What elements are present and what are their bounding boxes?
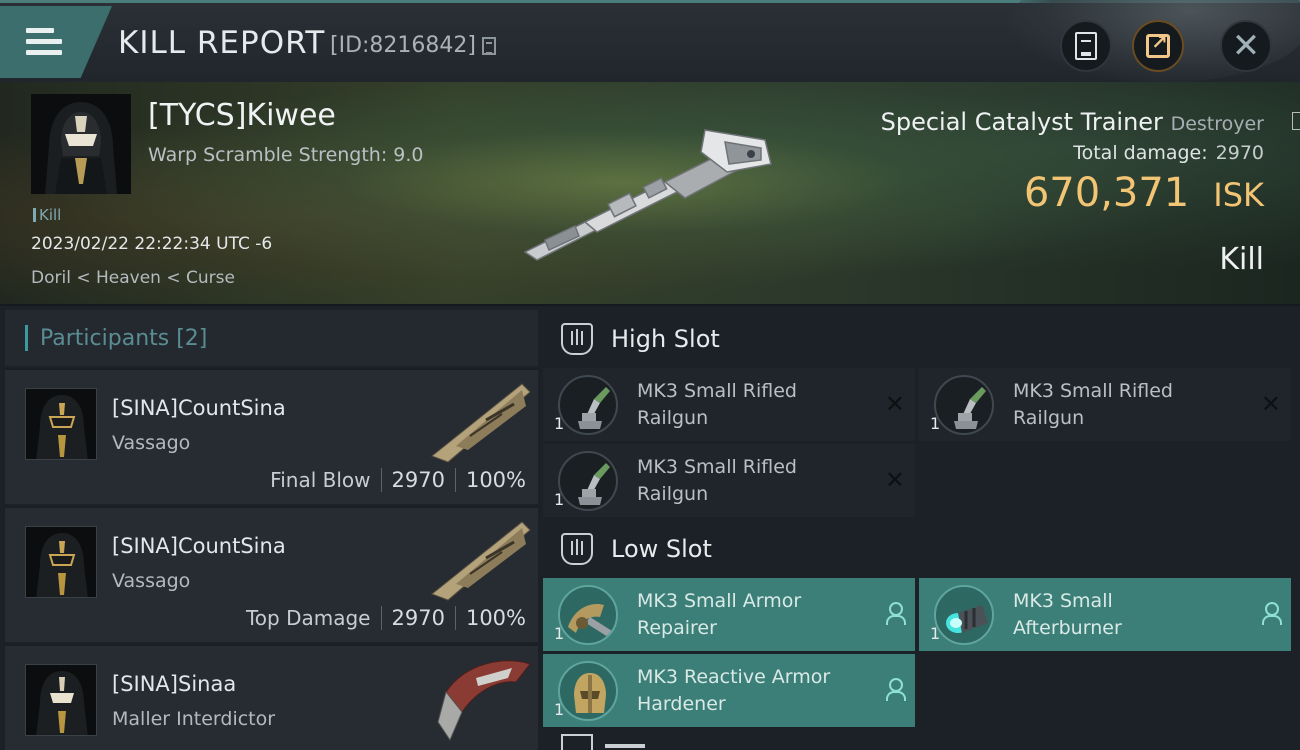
- destroyed-x-icon: ✕: [1260, 390, 1281, 418]
- participant-stat-label: Top Damage: [245, 606, 371, 630]
- isk-amount: 670,371: [1023, 170, 1190, 216]
- destroyed-x-icon: ✕: [884, 466, 905, 494]
- participant-ship-image: [431, 521, 531, 601]
- high-slot-header: High Slot: [543, 310, 1300, 368]
- participant-ship-image: [431, 383, 531, 463]
- participant-row[interactable]: [SINA]Sinaa Maller Interdictor: [5, 644, 538, 750]
- ship-name[interactable]: Special Catalyst Trainer: [881, 108, 1163, 136]
- victim-name[interactable]: [TYCS]Kiwee: [148, 98, 336, 133]
- report-button[interactable]: [1060, 20, 1112, 72]
- pilot-icon: [885, 678, 906, 701]
- participant-stat-label: Final Blow: [270, 468, 371, 492]
- armor-hardener-icon: [558, 661, 618, 721]
- page-title: KILL REPORT: [118, 25, 326, 61]
- module-card[interactable]: 1 MK3 Small Rifled Railgun ✕: [543, 444, 915, 517]
- low-slot-header: Low Slot: [543, 520, 1300, 578]
- participants-panel[interactable]: Participants [2] [SINA]CountSina Vassago…: [5, 310, 538, 750]
- module-quantity: 1: [554, 700, 565, 719]
- module-quantity: 1: [554, 490, 565, 509]
- module-card[interactable]: 1 MK3 Small Armor Repairer: [543, 578, 915, 651]
- pilot-icon: [885, 602, 906, 625]
- module-card[interactable]: 1 MK3 Small Rifled Railgun ✕: [919, 368, 1291, 441]
- participant-stats: Top Damage 2970 100%: [246, 606, 526, 630]
- scroll-edge-indicator: [1292, 112, 1300, 130]
- afterburner-icon: [934, 585, 994, 645]
- module-name: MK3 Small Armor Repairer: [637, 590, 802, 639]
- module-name: MK3 Small Rifled Railgun: [637, 456, 797, 505]
- module-card[interactable]: 1 MK3 Reactive Armor Hardener: [543, 654, 915, 727]
- result-label: Kill: [1219, 242, 1264, 277]
- module-card[interactable]: 1 MK3 Small Afterburner: [919, 578, 1291, 651]
- destroyed-x-icon: ✕: [884, 390, 905, 418]
- slot-shield-icon: [561, 323, 593, 355]
- participant-portrait[interactable]: [25, 388, 97, 460]
- report-id-label: [ID:8216842]: [330, 33, 476, 58]
- hamburger-menu-icon[interactable]: [26, 28, 62, 56]
- victim-ship-image: [523, 129, 772, 261]
- location[interactable]: Doril < Heaven < Curse: [31, 268, 235, 288]
- participant-ship: Vassago: [112, 432, 191, 454]
- share-button[interactable]: [1132, 20, 1184, 72]
- participant-ship: Vassago: [112, 570, 191, 592]
- close-button[interactable]: ✕: [1220, 20, 1272, 72]
- high-slot-title: High Slot: [611, 325, 720, 353]
- kill-tag-label: Kill: [39, 206, 62, 224]
- participant-damage: 2970: [391, 468, 445, 492]
- module-quantity: 1: [930, 624, 941, 643]
- warp-scramble-strength: Warp Scramble Strength: 9.0: [148, 144, 424, 166]
- clipboard-icon: [1075, 32, 1097, 60]
- kill-tag: Kill: [33, 206, 61, 224]
- participant-ship-image: [437, 660, 531, 742]
- pilot-icon: [1261, 602, 1282, 625]
- participant-row[interactable]: [SINA]CountSina Vassago Top Damage 2970 …: [5, 506, 538, 642]
- victim-ship-line: Special Catalyst Trainer Destroyer: [881, 108, 1264, 136]
- timestamp: 2023/02/22 22:22:34 UTC -6: [31, 234, 273, 254]
- menu-button[interactable]: [0, 6, 112, 78]
- participant-ship: Maller Interdictor: [112, 708, 276, 730]
- top-bar: KILL REPORT [ID:8216842] ✕: [0, 0, 1300, 83]
- slot-shield-icon: [561, 533, 593, 565]
- copy-icon[interactable]: [482, 36, 496, 55]
- participant-damage: 2970: [391, 606, 445, 630]
- module-card[interactable]: 1 MK3 Small Rifled Railgun ✕: [543, 368, 915, 441]
- isk-unit: ISK: [1213, 176, 1264, 214]
- victim-portrait[interactable]: [31, 94, 131, 194]
- module-name: MK3 Small Rifled Railgun: [637, 380, 797, 429]
- empty-module-slot: [919, 444, 1291, 517]
- next-slot-header-partial: [561, 734, 661, 750]
- module-name: MK3 Reactive Armor Hardener: [637, 666, 831, 715]
- participant-portrait[interactable]: [25, 664, 97, 736]
- participant-name[interactable]: [SINA]CountSina: [112, 534, 286, 558]
- railgun-icon: [934, 375, 994, 435]
- participant-name[interactable]: [SINA]Sinaa: [112, 672, 236, 696]
- module-quantity: 1: [554, 624, 565, 643]
- module-name: MK3 Small Rifled Railgun: [1013, 380, 1173, 429]
- participant-row[interactable]: [SINA]CountSina Vassago Final Blow 2970 …: [5, 368, 538, 504]
- close-icon: ✕: [1231, 26, 1261, 66]
- armor-repairer-icon: [558, 585, 618, 645]
- victim-banner: [TYCS]Kiwee Warp Scramble Strength: 9.0 …: [0, 82, 1300, 306]
- participant-stats: Final Blow 2970 100%: [270, 468, 526, 492]
- railgun-icon: [558, 451, 618, 511]
- total-damage-label: Total damage:: [1073, 142, 1208, 164]
- low-slot-title: Low Slot: [611, 535, 712, 563]
- report-id[interactable]: [ID:8216842]: [330, 33, 496, 58]
- module-name: MK3 Small Afterburner: [1013, 590, 1122, 639]
- isk-value: 670,371 ISK: [1024, 170, 1264, 216]
- module-quantity: 1: [554, 414, 565, 433]
- participants-header: Participants [2]: [5, 310, 538, 366]
- participant-percent: 100%: [465, 606, 526, 630]
- railgun-icon: [558, 375, 618, 435]
- total-damage-value: 2970: [1215, 142, 1264, 164]
- module-quantity: 1: [930, 414, 941, 433]
- ship-class: Destroyer: [1170, 113, 1264, 135]
- participant-portrait[interactable]: [25, 526, 97, 598]
- total-damage: Total damage: 2970: [1073, 142, 1264, 164]
- empty-module-slot: [919, 654, 1291, 727]
- external-share-icon: [1146, 30, 1170, 58]
- participant-percent: 100%: [465, 468, 526, 492]
- participant-name[interactable]: [SINA]CountSina: [112, 396, 286, 420]
- fitting-panel[interactable]: High Slot 1 MK3 Small Rifled Railgun ✕ 1…: [543, 310, 1300, 750]
